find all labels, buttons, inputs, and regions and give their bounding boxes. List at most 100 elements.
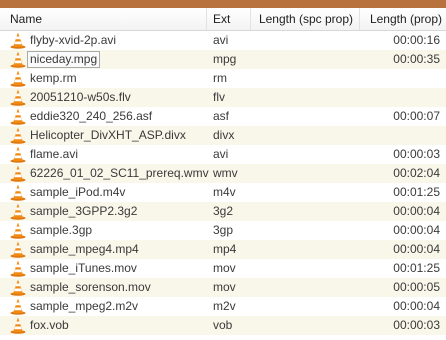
file-name: sample_iPod.m4v [30,185,126,199]
file-name: fox.vob [30,318,69,332]
file-name: 20051210-w50s.flv [30,90,131,104]
vlc-cone-icon [10,51,26,68]
file-name: sample_mpeg2.m2v [30,299,139,313]
file-ext: 3g2 [213,204,234,218]
file-name: flyby-xvid-2p.avi [30,33,117,47]
file-ext: wmv [213,166,238,180]
file-length-prop [360,126,440,145]
vlc-cone-icon [10,241,26,258]
file-name: sample_mpeg4.mp4 [30,242,139,256]
file-row[interactable]: eddie320_240_256.asf asf 00:00:07 [0,107,446,126]
file-row[interactable]: sample_mpeg2.m2v m2v 00:00:04 [0,297,446,316]
file-row[interactable]: sample_3GPP2.3g2 3g2 00:00:04 [0,202,446,221]
window-top-border [0,0,446,8]
file-name: sample.3gp [30,223,93,237]
file-row[interactable]: 20051210-w50s.flv flv [0,88,446,107]
file-row[interactable]: 62226_01_02_SC11_prereq.wmv wmv 00:02:04 [0,164,446,183]
file-name: Helicopter_DivXHT_ASP.divx [30,128,186,142]
column-header-length-prop[interactable]: Length (prop) [360,8,446,30]
file-length-spc-prop [251,278,354,297]
file-length-prop: 00:00:04 [393,204,440,218]
file-length-prop: 00:02:04 [393,166,440,180]
file-ext: mov [213,261,236,275]
file-ext: m2v [213,299,236,313]
file-row[interactable]: Helicopter_DivXHT_ASP.divx divx [0,126,446,145]
file-length-spc-prop [251,297,354,316]
file-name: sample_3GPP2.3g2 [30,204,138,218]
vlc-cone-icon [10,146,26,163]
file-name: sample_sorenson.mov [30,280,151,294]
vlc-cone-icon [10,70,26,87]
vlc-cone-icon [10,127,26,144]
vlc-cone-icon [10,298,26,315]
file-row[interactable]: flyby-xvid-2p.avi avi 00:00:16 [0,31,446,50]
vlc-cone-icon [10,203,26,220]
file-name: 62226_01_02_SC11_prereq.wmv [30,166,209,180]
file-length-spc-prop [251,240,354,259]
column-header-ext[interactable]: Ext [207,8,251,30]
file-row[interactable]: fox.vob vob 00:00:03 [0,316,446,335]
file-row[interactable]: sample_sorenson.mov mov 00:00:05 [0,278,446,297]
file-length-prop: 00:01:25 [393,261,440,275]
file-row[interactable]: kemp.rm rm [0,69,446,88]
file-length-prop: 00:00:03 [393,318,440,332]
file-ext: mov [213,280,236,294]
column-header-length-spc-prop[interactable]: Length (spc prop) [251,8,360,30]
file-row[interactable]: sample_iTunes.mov mov 00:01:25 [0,259,446,278]
file-name: niceday.mpg [27,51,101,68]
column-header-name[interactable]: Name [0,8,207,30]
file-row[interactable]: sample_mpeg4.mp4 mp4 00:00:04 [0,240,446,259]
file-length-spc-prop [251,69,354,88]
file-length-prop: 00:01:25 [393,185,440,199]
file-ext: avi [213,147,229,161]
file-length-spc-prop [251,316,354,335]
file-length-spc-prop [251,183,354,202]
file-length-spc-prop [251,31,354,50]
file-length-prop: 00:00:04 [393,223,440,237]
file-length-spc-prop [251,164,354,183]
vlc-cone-icon [10,279,26,296]
file-length-prop: 00:00:04 [393,299,440,313]
file-ext: asf [213,109,230,123]
file-name: eddie320_240_256.asf [30,109,153,123]
file-name: kemp.rm [30,71,77,85]
file-ext: mp4 [213,242,237,256]
vlc-cone-icon [10,32,26,49]
vlc-cone-icon [10,222,26,239]
file-length-prop [360,88,440,107]
file-ext: 3gp [213,223,234,237]
file-name: flame.avi [30,147,79,161]
file-ext: m4v [213,185,236,199]
file-ext: mpg [213,52,237,66]
vlc-cone-icon [10,165,26,182]
vlc-cone-icon [10,89,26,106]
file-row[interactable]: niceday.mpg mpg 00:00:35 [0,50,446,69]
vlc-cone-icon [10,108,26,125]
file-length-spc-prop [251,202,354,221]
file-length-spc-prop [251,50,354,69]
file-length-prop: 00:00:04 [393,242,440,256]
file-length-spc-prop [251,259,354,278]
file-row[interactable]: flame.avi avi 00:00:03 [0,145,446,164]
vlc-cone-icon [10,260,26,277]
file-row[interactable]: sample.3gp 3gp 00:00:04 [0,221,446,240]
file-length-spc-prop [251,107,354,126]
file-ext: rm [213,71,227,85]
file-ext: vob [213,318,233,332]
file-length-prop: 00:00:03 [393,147,440,161]
file-length-prop: 00:00:05 [393,280,440,294]
file-length-prop: 00:00:16 [393,33,440,47]
file-length-spc-prop [251,126,354,145]
file-length-spc-prop [251,221,354,240]
file-name: sample_iTunes.mov [30,261,137,275]
file-ext: flv [213,90,225,104]
file-length-spc-prop [251,145,354,164]
file-list: flyby-xvid-2p.avi avi 00:00:16 niceday.mpg m… [0,31,446,335]
file-length-prop [360,69,440,88]
file-ext: avi [213,33,229,47]
vlc-cone-icon [10,184,26,201]
file-length-spc-prop [251,88,354,107]
column-header-row: Name Ext Length (spc prop) Length (prop) [0,8,446,31]
file-ext: divx [213,128,235,142]
file-row[interactable]: sample_iPod.m4v m4v 00:01:25 [0,183,446,202]
